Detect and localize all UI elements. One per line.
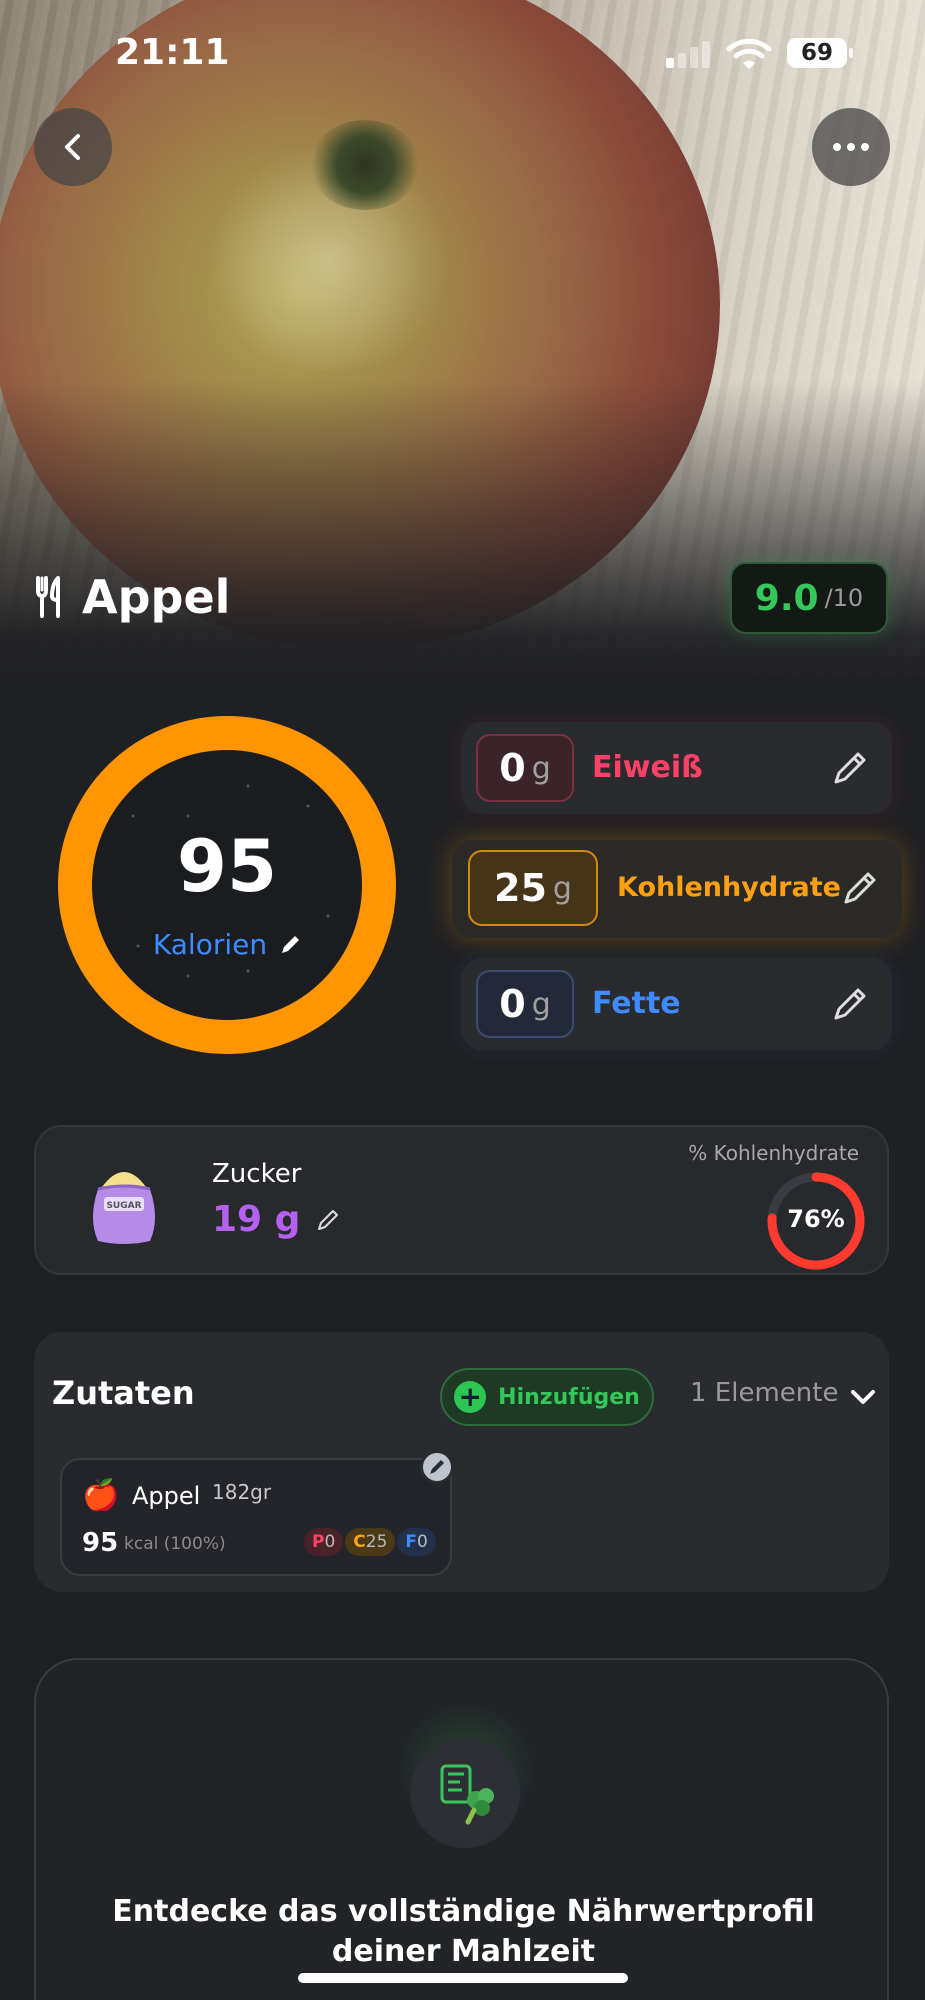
fork-knife-icon — [36, 576, 60, 618]
ingredients-title: Zutaten — [52, 1374, 195, 1412]
sugar-value: 19 g — [212, 1199, 301, 1240]
pill-fat: F0 — [397, 1528, 436, 1556]
fat-label: Fette — [592, 986, 681, 1021]
home-indicator[interactable] — [298, 1973, 628, 1983]
calorie-label-row: Kalorien — [58, 928, 396, 961]
add-ingredient-button[interactable]: + Hinzufügen — [440, 1368, 654, 1426]
ingredients-count: 1 Elemente — [690, 1378, 839, 1408]
sugar-bag-icon: SUGAR — [93, 1172, 155, 1244]
nutrition-profile-promo[interactable]: Entdecke das vollständige Nährwertprofil… — [34, 1658, 889, 2000]
sugar-value-row: 19 g — [212, 1199, 340, 1240]
status-bar: 21:11 69 — [0, 0, 925, 110]
nutrition-report-icon — [410, 1738, 520, 1848]
sugar-bag-label: SUGAR — [106, 1201, 141, 1211]
wifi-icon — [726, 38, 772, 69]
fat-unit: g — [531, 986, 551, 1022]
back-button[interactable] — [34, 108, 112, 186]
fat-value: 0 — [499, 982, 526, 1026]
carbs-value: 25 — [494, 866, 547, 910]
ingredient-item[interactable]: 🍎 Appel 182gr 95 kcal (100%) P0 C25 F0 — [60, 1458, 452, 1576]
sugar-percent-text: 76% — [787, 1205, 845, 1233]
cell-signal-icon — [666, 40, 710, 68]
chevron-left-icon — [65, 134, 80, 160]
macro-card-fat[interactable]: 0 g Fette — [462, 958, 892, 1050]
carbs-label: Kohlenhydrate — [617, 872, 841, 903]
calorie-value: 95 — [176, 824, 278, 908]
pill-carbs: C25 — [345, 1528, 396, 1556]
more-options-button[interactable] — [812, 108, 890, 186]
calorie-label: Kalorien — [152, 928, 268, 961]
ingredient-name: Appel — [132, 1482, 201, 1510]
macro-card-protein[interactable]: 0 g Eiweiß — [462, 722, 892, 814]
edit-protein-icon[interactable] — [830, 748, 870, 788]
apple-stem — [310, 120, 420, 210]
health-score-badge[interactable]: 9.0 /10 — [730, 562, 888, 634]
food-title-row: Appel — [34, 570, 230, 624]
ingredient-macro-pills: P0 C25 F0 — [304, 1528, 436, 1556]
status-time: 21:11 — [115, 32, 230, 73]
edit-ingredient-button[interactable] — [420, 1450, 454, 1484]
add-ingredient-label: Hinzufügen — [498, 1384, 640, 1410]
promo-text: Entdecke das vollständige Nährwertprofil… — [112, 1894, 815, 1969]
fat-value-box: 0 g — [476, 970, 574, 1038]
calorie-ring[interactable]: 95 Kalorien — [58, 716, 396, 1054]
chevron-down-icon[interactable] — [848, 1382, 878, 1412]
battery-icon: 69 — [787, 38, 853, 68]
protein-value: 0 — [499, 746, 526, 790]
pencil-icon[interactable] — [316, 1208, 340, 1232]
ingredient-weight: 182gr — [212, 1480, 272, 1504]
plus-icon: + — [454, 1381, 487, 1413]
pill-protein: P0 — [304, 1528, 344, 1556]
protein-unit: g — [531, 750, 551, 786]
carbs-unit: g — [552, 870, 572, 906]
ingredient-kcal: 95 — [82, 1528, 119, 1558]
more-horizontal-icon — [833, 143, 869, 151]
sugar-title: Zucker — [212, 1159, 302, 1189]
pencil-icon — [430, 1460, 444, 1474]
apple-emoji-icon: 🍎 — [82, 1478, 120, 1513]
food-title: Appel — [82, 570, 231, 624]
health-score-max: /10 — [824, 584, 864, 612]
macro-card-carbs[interactable]: 25 g Kohlenhydrate — [452, 840, 902, 938]
protein-value-box: 0 g — [476, 734, 574, 802]
sugar-card[interactable]: SUGAR Zucker 19 g % Kohlenhydrate 76% — [34, 1125, 889, 1275]
protein-label: Eiweiß — [592, 750, 703, 785]
edit-fat-icon[interactable] — [830, 984, 870, 1024]
ingredients-card: Zutaten + Hinzufügen 1 Elemente 🍎 Appel … — [34, 1332, 889, 1592]
sugar-percent-label: % Kohlenhydrate — [688, 1141, 859, 1165]
pencil-icon[interactable] — [279, 934, 301, 956]
ingredient-kcal-unit: kcal (100%) — [124, 1534, 226, 1554]
health-score-value: 9.0 — [754, 577, 819, 619]
carbs-value-box: 25 g — [468, 850, 598, 926]
edit-carbs-icon[interactable] — [840, 868, 880, 908]
